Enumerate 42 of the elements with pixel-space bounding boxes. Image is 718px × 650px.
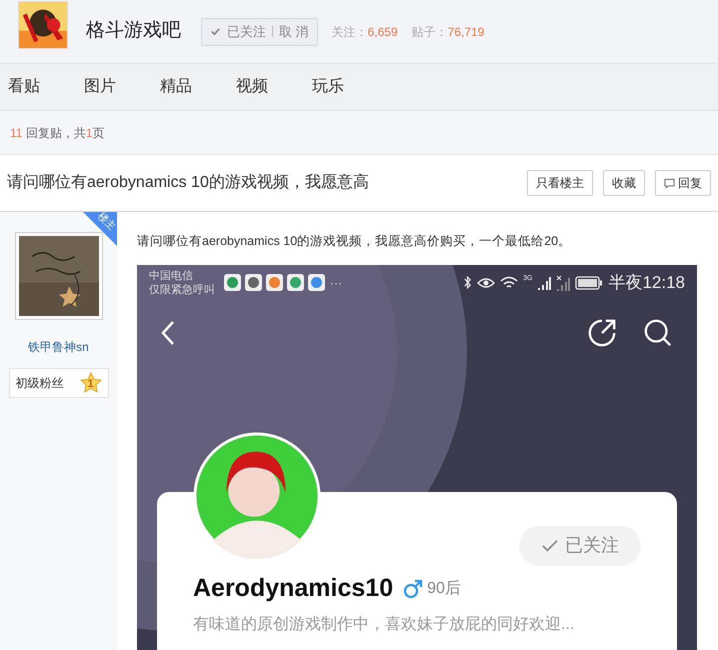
nav-tab[interactable]: 图片 [76,75,152,99]
app-icon [266,274,283,292]
forum-stat: 关注：6,659 [332,24,398,40]
battery-icon [575,276,604,290]
thread-action-button[interactable]: 回复 [655,170,711,196]
eye-icon [477,276,496,289]
rank-badge: 初级粉丝 1 [8,368,108,398]
nav-tab[interactable]: 精品 [152,75,228,99]
carrier-text: 仅限紧急呼叫 [149,282,215,297]
nav-tab[interactable]: 看贴 [0,75,76,99]
level-star-badge: 1 [80,372,102,394]
signal-icon [537,276,552,290]
check-icon [541,538,559,553]
nav-tab[interactable]: 玩乐 [304,75,380,99]
app-icon [287,274,304,292]
male-icon [403,578,424,598]
app-icon [245,274,262,292]
check-icon [210,26,221,37]
carrier-text: 中国电信 [149,268,194,283]
forum-stat: 贴子：76,719 [412,24,484,40]
search-icon [643,318,673,348]
bluetooth-icon [463,275,472,290]
status-time: 半夜12:18 [608,272,685,294]
age-text: 90后 [427,578,461,598]
profile-name: Aerodynamics10 [193,572,394,604]
wifi-icon [500,276,518,290]
back-icon [161,320,175,346]
share-icon [587,318,617,348]
app-icon [308,274,325,292]
reply-count-text: 11 回复贴，共1页 [10,124,104,142]
signal-icon [556,274,570,291]
thread-action-button[interactable]: 收藏 [603,170,645,196]
thread-title: 请问哪位有aerobynamics 10的游戏视频，我愿意高 [7,172,370,193]
app-icon [224,274,241,292]
thread-action-button[interactable]: 只看楼主 [527,170,593,196]
nav-tab[interactable]: 视频 [228,75,304,99]
comment-icon [664,178,675,188]
profile-bio: 有味道的原创游戏制作中，喜欢妹子放屁的同好欢迎... [193,614,576,636]
author-name-link[interactable]: 铁甲鲁神sn [28,338,89,356]
post-text: 请问哪位有aerobynamics 10的游戏视频，我愿意高价购买，一个最低给20。 [137,233,572,250]
forum-name: 格斗游戏吧 [86,19,181,44]
more-text: ··· [330,274,342,292]
